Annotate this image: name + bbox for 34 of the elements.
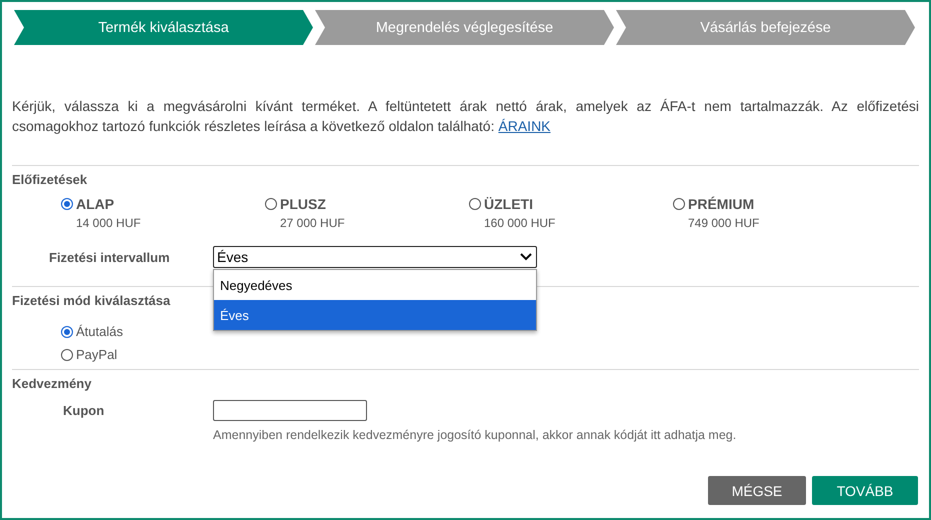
next-button[interactable]: TOVÁBB <box>812 476 918 505</box>
cancel-button[interactable]: MÉGSE <box>708 476 806 505</box>
step-tab[interactable]: Vásárlás befejezése <box>616 10 915 45</box>
radio-label: PayPal <box>76 347 118 362</box>
intro-text: Kérjük, válassza ki a megvásárolni kívánt terméket. A feltüntetett árak nettó árak, amelyek az ÁFA-t nem tartalmazzák. Az előfizetési csomagokhoz tartozó funkciók részletes leírása a következő oldalon található: ÁRAINK <box>12 97 919 136</box>
field-label: Fizetési intervallum <box>49 250 171 264</box>
help-text: Amennyiben rendelkezik kedvezményre jogosító kuponnal, akkor annak kódját itt adhatja meg. <box>212 427 738 442</box>
plan-price: 27 000 HUF <box>279 216 346 230</box>
plan-name: ÜZLETI <box>484 196 533 212</box>
dropdown-option[interactable]: Éves <box>214 300 536 330</box>
plan-price: 749 000 HUF <box>687 216 760 230</box>
interval-select[interactable]: Éves <box>213 246 537 268</box>
radio-button[interactable] <box>673 198 685 210</box>
section-heading: Fizetési mód kiválasztása <box>12 292 172 308</box>
plan-name: ALAP <box>76 196 114 212</box>
plan-price: 14 000 HUF <box>75 216 142 230</box>
coupon-field[interactable] <box>213 400 367 421</box>
plan-name: PLUSZ <box>280 196 326 212</box>
radio-button[interactable] <box>61 348 73 360</box>
radio-label: Átutalás <box>76 324 123 339</box>
plan-price: 160 000 HUF <box>483 216 556 230</box>
radio-button[interactable] <box>469 198 481 210</box>
prices-link[interactable]: ÁRAINK <box>498 118 551 134</box>
field-label: Kupon <box>63 403 106 418</box>
radio-button[interactable] <box>265 198 277 210</box>
radio-button[interactable] <box>61 326 73 338</box>
plan-name: PRÉMIUM <box>688 196 754 212</box>
step-tab[interactable]: Termék kiválasztása <box>14 10 313 45</box>
section-heading: Előfizetések <box>12 171 88 187</box>
step-tab[interactable]: Megrendelés véglegesítése <box>315 10 614 45</box>
section-heading: Kedvezmény <box>12 375 92 391</box>
chevron-down-icon <box>520 253 532 261</box>
dropdown-option[interactable]: Negyedéves <box>214 270 536 300</box>
radio-button[interactable] <box>61 198 73 210</box>
